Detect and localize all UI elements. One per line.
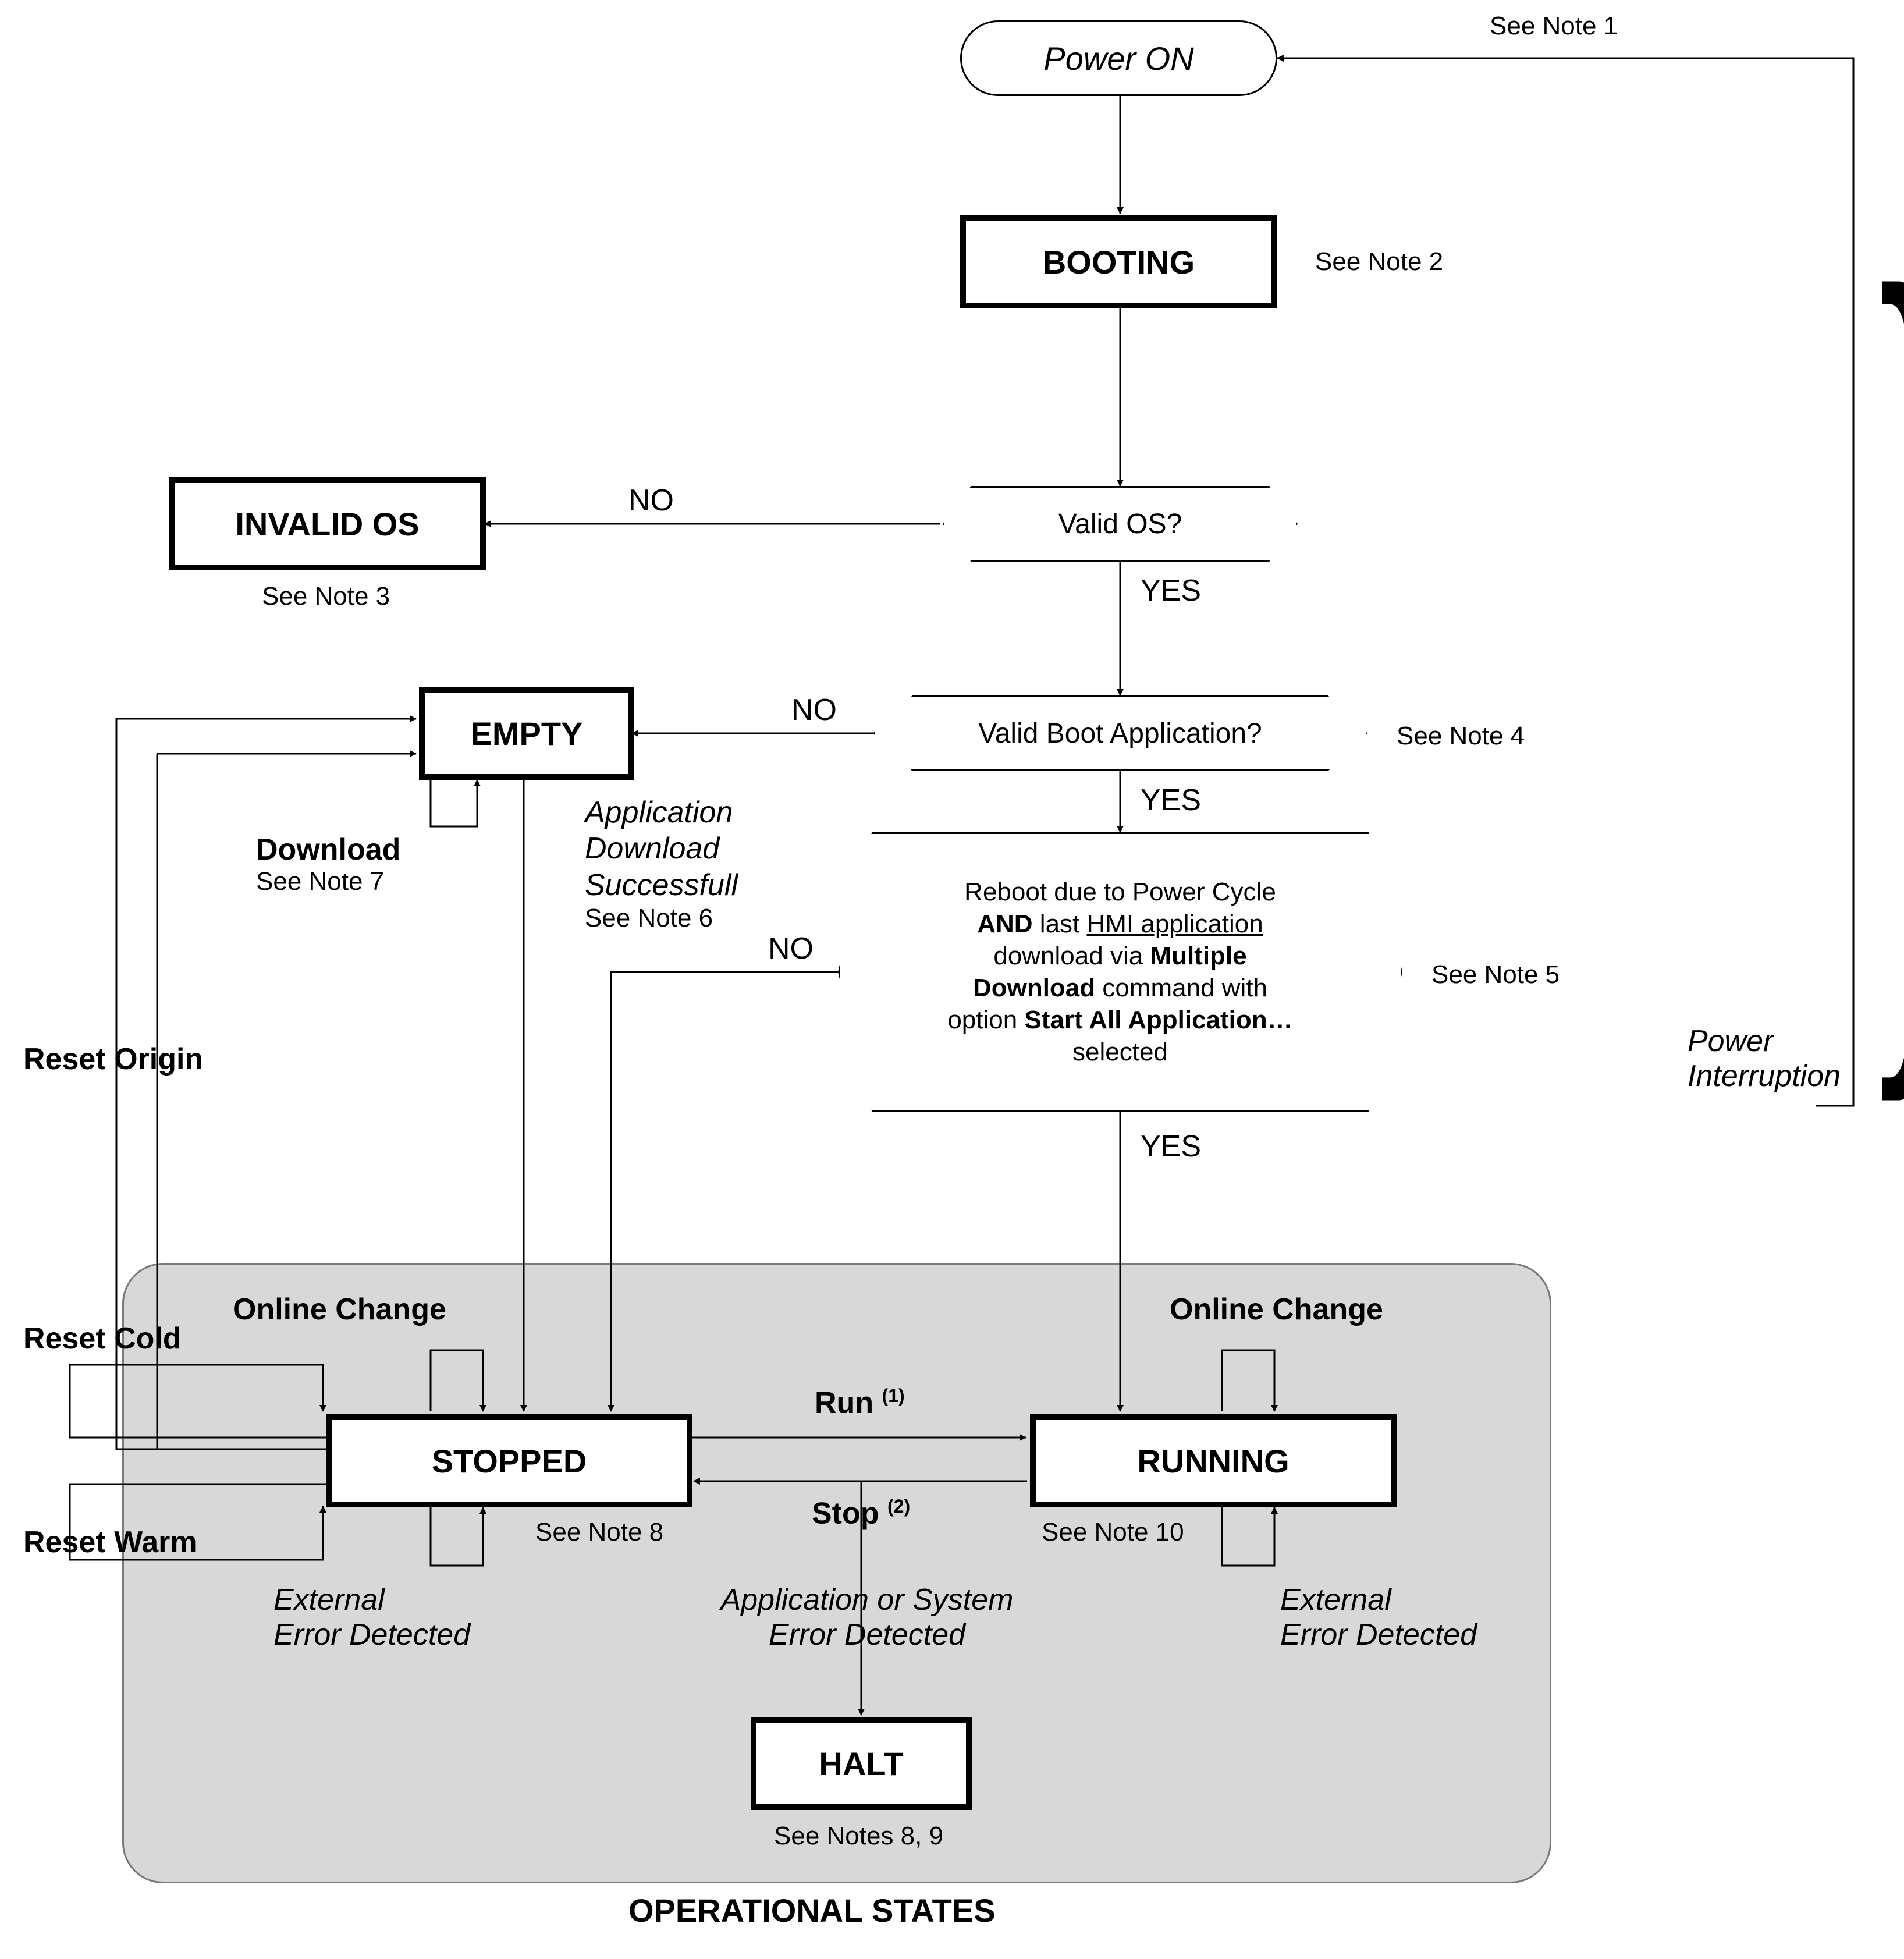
label-pc-yes: YES: [1141, 1129, 1201, 1164]
label-see-note-8: See Note 8: [535, 1518, 663, 1547]
node-stopped: STOPPED: [326, 1414, 692, 1507]
label-see-notes-8-9: See Notes 8, 9: [774, 1822, 943, 1851]
label-see-note-6: See Note 6: [585, 903, 738, 934]
node-halt-label: HALT: [819, 1745, 903, 1783]
label-reset-warm: Reset Warm: [23, 1525, 197, 1560]
label-see-note-4: See Note 4: [1397, 722, 1525, 751]
label-run-text: Run: [815, 1386, 873, 1419]
label-see-note-1: See Note 1: [1490, 12, 1618, 41]
decision-power-cycle: Reboot due to Power Cycle AND last HMI a…: [838, 832, 1402, 1112]
label-online-change-stopped: Online Change: [233, 1292, 446, 1327]
node-halt: HALT: [751, 1717, 972, 1810]
label-stop-sup: (2): [887, 1496, 910, 1517]
label-stop: Stop (2): [812, 1496, 910, 1531]
node-running: RUNNING: [1030, 1414, 1397, 1507]
label-app-dl-ok-l1: Application: [585, 794, 738, 831]
label-run-sup: (1): [882, 1385, 905, 1406]
label-see-note-7: See Note 7: [256, 867, 400, 896]
label-valid-os-no: NO: [628, 483, 674, 518]
label-app-dl-ok-l3: Successfull: [585, 867, 738, 903]
pc-l3a: download via: [993, 942, 1150, 970]
pc-l2a: AND: [977, 910, 1032, 938]
decision-valid-boot-app: Valid Boot Application?: [873, 695, 1367, 771]
label-ext-err-stopped-l2: Error Detected: [273, 1618, 470, 1653]
label-download: Download See Note 7: [256, 832, 400, 896]
pc-l2c: HMI application: [1086, 910, 1263, 938]
label-valid-app-yes: YES: [1141, 783, 1201, 818]
pc-l5a: option: [947, 1006, 1024, 1034]
label-see-note-3: See Note 3: [262, 582, 390, 611]
label-valid-os-yes: YES: [1141, 573, 1201, 608]
node-invalid-os: INVALID OS: [169, 477, 486, 570]
label-power-interruption-l1: Power: [1688, 1024, 1841, 1059]
node-stopped-label: STOPPED: [432, 1442, 587, 1480]
label-pc-no: NO: [768, 931, 814, 966]
node-empty-label: EMPTY: [471, 715, 583, 753]
label-ext-err-running-l1: External: [1280, 1583, 1477, 1618]
node-invalid-os-label: INVALID OS: [235, 505, 419, 543]
node-booting-label: BOOTING: [1043, 243, 1195, 281]
pc-l3b: Multiple: [1150, 942, 1246, 970]
label-see-note-5: See Note 5: [1431, 960, 1560, 989]
label-app-sys-err-l1: Application or System: [716, 1583, 1018, 1618]
pc-l1: Reboot due to Power Cycle: [964, 878, 1276, 906]
label-run: Run (1): [815, 1385, 905, 1420]
label-app-sys-err: Application or System Error Detected: [716, 1583, 1018, 1653]
label-power-interruption-l2: Interruption: [1688, 1059, 1841, 1094]
pc-l4a: Download: [973, 974, 1095, 1002]
node-booting: BOOTING: [960, 215, 1277, 308]
label-app-dl-ok: Application Download Successfull See Not…: [585, 794, 738, 934]
label-app-sys-err-l2: Error Detected: [716, 1618, 1018, 1653]
label-ext-err-stopped: External Error Detected: [273, 1583, 470, 1653]
label-ext-err-stopped-l1: External: [273, 1583, 470, 1618]
label-reset-cold: Reset Cold: [23, 1321, 182, 1356]
label-online-change-running: Online Change: [1170, 1292, 1383, 1327]
label-power-interruption: Power Interruption: [1688, 1024, 1841, 1094]
decision-valid-os: Valid OS?: [943, 486, 1298, 562]
node-empty: EMPTY: [419, 687, 634, 780]
label-download-text: Download: [256, 832, 400, 867]
decision-valid-boot-app-label: Valid Boot Application?: [978, 718, 1262, 750]
node-running-label: RUNNING: [1137, 1442, 1289, 1480]
label-ext-err-running: External Error Detected: [1280, 1583, 1477, 1653]
decision-valid-os-label: Valid OS?: [1058, 508, 1182, 540]
label-operational-states: OPERATIONAL STATES: [628, 1891, 996, 1929]
node-power-on: Power ON: [960, 20, 1277, 96]
label-see-note-2: See Note 2: [1315, 247, 1443, 276]
decision-power-cycle-text: Reboot due to Power Cycle AND last HMI a…: [947, 876, 1292, 1068]
pc-l5b: Start All Application…: [1024, 1006, 1292, 1034]
label-valid-app-no: NO: [791, 693, 837, 727]
pc-l6: selected: [1072, 1038, 1168, 1066]
state-diagram-canvas: }: [0, 0, 1904, 1959]
pc-l2b: last: [1033, 910, 1087, 938]
label-reset-origin: Reset Origin: [23, 1042, 203, 1077]
node-power-on-label: Power ON: [1043, 40, 1193, 77]
label-ext-err-running-l2: Error Detected: [1280, 1618, 1477, 1653]
label-see-note-10: See Note 10: [1042, 1518, 1184, 1547]
label-stop-text: Stop: [812, 1496, 879, 1530]
pc-l4b: command with: [1095, 974, 1267, 1002]
label-app-dl-ok-l2: Download: [585, 831, 738, 867]
